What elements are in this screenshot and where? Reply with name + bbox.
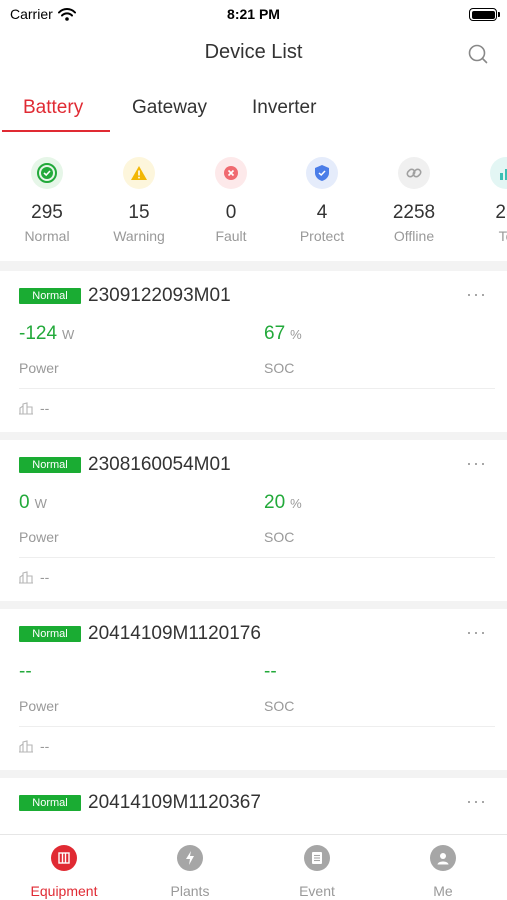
- stat-count: 4: [316, 202, 328, 223]
- divider: [19, 388, 495, 389]
- stat-label: Warning: [113, 228, 165, 244]
- bolt-icon: [177, 845, 203, 871]
- page-title: Device List: [204, 41, 303, 63]
- power-value-group: -124 W: [19, 323, 74, 345]
- bottom-nav-event[interactable]: Event: [262, 845, 372, 899]
- device-serial: 2308160054M01: [88, 454, 231, 475]
- battery-status-icon: [469, 8, 500, 21]
- bottom-nav-label: Me: [433, 883, 453, 899]
- more-options-button[interactable]: ···: [466, 284, 487, 305]
- broken-link-icon: [398, 157, 430, 189]
- stat-warning[interactable]: 15 Warning: [94, 157, 184, 244]
- status-summary: 295 Normal 15 Warning 0 Fault 4 Protect …: [0, 133, 507, 261]
- stat-count: 2258: [392, 202, 436, 223]
- device-serial: 2309122093M01: [88, 285, 231, 306]
- power-value-group: --: [19, 661, 32, 683]
- stat-label: To: [498, 228, 507, 244]
- clock: 8:21 PM: [227, 6, 280, 22]
- power-value: --: [19, 661, 32, 682]
- power-unit: W: [62, 327, 75, 342]
- bottom-nav-me[interactable]: Me: [388, 845, 498, 899]
- stat-total[interactable]: 25 To: [461, 157, 507, 244]
- soc-value-group: --: [264, 661, 277, 683]
- x-circle-icon: [215, 157, 247, 189]
- more-options-button[interactable]: ···: [466, 791, 487, 812]
- plant-name: --: [40, 569, 50, 585]
- stat-fault[interactable]: 0 Fault: [186, 157, 276, 244]
- device-card[interactable]: Normal 2308160054M01 ··· 0W 20% Power SO…: [0, 440, 507, 601]
- status-badge: Normal: [19, 795, 81, 811]
- stat-count: 0: [225, 202, 237, 223]
- power-unit: W: [34, 496, 47, 511]
- warning-triangle-icon: [123, 157, 155, 189]
- stat-label: Fault: [215, 228, 247, 244]
- soc-unit: %: [290, 496, 302, 511]
- tab-gateway[interactable]: Gateway: [132, 97, 207, 119]
- power-value: -124: [19, 323, 58, 344]
- search-icon[interactable]: [468, 44, 488, 64]
- stat-label: Normal: [24, 228, 70, 244]
- stat-offline[interactable]: 2258 Offline: [369, 157, 459, 244]
- equipment-icon: [51, 845, 77, 871]
- more-options-button[interactable]: ···: [466, 453, 487, 474]
- soc-value-group: 20%: [264, 492, 302, 514]
- device-type-tabs: Battery Gateway Inverter: [0, 80, 507, 133]
- soc-label: SOC: [264, 698, 295, 714]
- shield-icon: [306, 157, 338, 189]
- bottom-nav-plants[interactable]: Plants: [135, 845, 245, 899]
- check-circle-icon: [31, 157, 63, 189]
- stat-label: Offline: [393, 228, 435, 244]
- plant-icon: [19, 740, 33, 753]
- power-value-group: 0W: [19, 492, 47, 514]
- bottom-tab-bar: Equipment Plants Event Me: [0, 834, 507, 900]
- stat-count: 295: [31, 202, 63, 223]
- plant-icon: [19, 402, 33, 415]
- soc-value-group: 67%: [264, 323, 302, 345]
- stat-protect[interactable]: 4 Protect: [277, 157, 367, 244]
- divider: [19, 726, 495, 727]
- status-badge: Normal: [19, 288, 81, 304]
- stat-label: Protect: [299, 228, 345, 244]
- plant-name: --: [40, 400, 50, 416]
- document-icon: [304, 845, 330, 871]
- bottom-nav-label: Event: [299, 883, 335, 899]
- divider: [19, 557, 495, 558]
- soc-label: SOC: [264, 360, 295, 376]
- bottom-nav-label: Equipment: [30, 883, 98, 899]
- power-label: Power: [19, 698, 59, 714]
- device-serial: 20414109M1120367: [88, 792, 261, 813]
- bottom-nav-label: Plants: [170, 883, 210, 899]
- tab-inverter[interactable]: Inverter: [252, 97, 316, 119]
- status-badge: Normal: [19, 626, 81, 642]
- more-options-button[interactable]: ···: [466, 622, 487, 643]
- status-bar: Carrier 8:21 PM: [0, 0, 507, 30]
- nav-header: Device List: [0, 30, 507, 80]
- power-value: 0: [19, 492, 30, 513]
- soc-value: --: [264, 661, 277, 682]
- chart-icon: [490, 157, 507, 189]
- active-tab-indicator: [2, 130, 110, 132]
- device-card[interactable]: Normal 20414109M1120367 ···: [0, 778, 507, 834]
- soc-value: 67: [264, 323, 286, 344]
- stat-normal[interactable]: 295 Normal: [2, 157, 92, 244]
- plant-name: --: [40, 738, 50, 754]
- soc-label: SOC: [264, 529, 295, 545]
- stat-count: 25: [495, 202, 507, 223]
- plant-icon: [19, 571, 33, 584]
- stat-count: 15: [128, 202, 150, 223]
- soc-unit: %: [290, 327, 302, 342]
- device-card[interactable]: Normal 2309122093M01 ··· -124 W 67% Power…: [0, 271, 507, 432]
- bottom-nav-equipment[interactable]: Equipment: [9, 845, 119, 899]
- power-label: Power: [19, 529, 59, 545]
- tab-battery[interactable]: Battery: [23, 97, 83, 119]
- power-label: Power: [19, 360, 59, 376]
- device-card[interactable]: Normal 20414109M1120176 ··· -- -- Power …: [0, 609, 507, 770]
- status-badge: Normal: [19, 457, 81, 473]
- soc-value: 20: [264, 492, 286, 513]
- user-icon: [430, 845, 456, 871]
- device-serial: 20414109M1120176: [88, 623, 261, 644]
